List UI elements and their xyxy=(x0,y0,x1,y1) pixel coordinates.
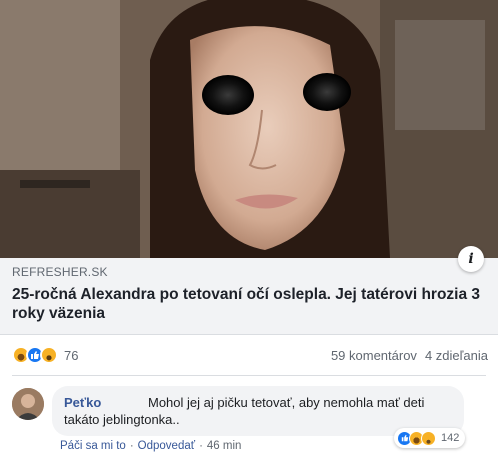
comment-actions: Páči sa mi to · Odpovedať · 46 min xyxy=(60,440,241,452)
post-stats-bar: 76 59 komentárov 4 zdieľania xyxy=(12,342,488,368)
shares-count-link[interactable]: 4 zdieľania xyxy=(425,348,488,363)
reaction-count: 76 xyxy=(64,347,79,363)
commenter-avatar[interactable] xyxy=(12,388,44,420)
article-photo[interactable] xyxy=(0,0,498,258)
separator: · xyxy=(199,440,203,452)
sad-reaction-icon xyxy=(421,430,436,446)
woman-portrait-image xyxy=(0,0,498,258)
comment-reactions[interactable]: 142 xyxy=(394,428,466,448)
comments-count-link[interactable]: 59 komentárov xyxy=(331,348,417,363)
post-reactions[interactable]: 76 xyxy=(12,346,78,364)
like-comment-link[interactable]: Páči sa mi to xyxy=(60,440,126,452)
link-domain: REFRESHER.SK xyxy=(12,265,108,279)
wow-reaction-icon xyxy=(40,346,58,364)
reply-comment-link[interactable]: Odpovedať xyxy=(138,440,195,452)
separator: · xyxy=(129,440,134,452)
link-headline[interactable]: 25-ročná Alexandra po tetovaní očí oslep… xyxy=(12,285,488,323)
divider xyxy=(12,375,486,376)
comment-timestamp[interactable]: 46 min xyxy=(207,440,242,452)
info-icon[interactable]: i xyxy=(458,246,484,272)
link-preview[interactable]: REFRESHER.SK 25-ročná Alexandra po tetov… xyxy=(0,258,498,335)
comment-reaction-count: 142 xyxy=(441,432,460,444)
comment-text: Mohol jej aj pičku tetovať, aby nemohla … xyxy=(64,395,425,427)
